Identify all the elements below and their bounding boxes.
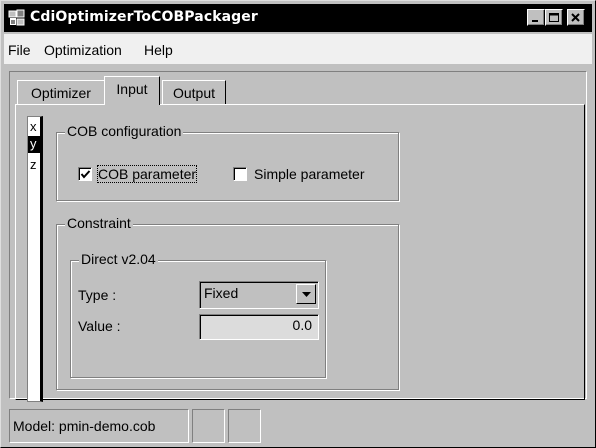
window-title: CdiOptimizerToCOBPackager	[30, 9, 258, 25]
cob-parameter-label[interactable]: COB parameter	[96, 165, 198, 183]
status-model: Model: pmin-demo.cob	[9, 409, 189, 443]
close-icon	[571, 13, 580, 22]
menu-bar: File Optimization Help	[4, 34, 592, 64]
cob-configuration-title: COB configuration	[65, 123, 184, 139]
status-cell-3	[228, 409, 261, 443]
axis-list[interactable]: x y z	[27, 116, 43, 402]
app-window: CdiOptimizerToCOBPackager File Optimizat…	[0, 0, 596, 448]
minimize-icon	[532, 20, 538, 22]
axis-item-z[interactable]: z	[28, 157, 40, 174]
tab-input[interactable]: Input	[104, 76, 160, 105]
maximize-button[interactable]	[545, 9, 563, 26]
simple-parameter-label[interactable]: Simple parameter	[254, 166, 365, 182]
chevron-down-icon	[302, 292, 311, 297]
menu-optimization[interactable]: Optimization	[44, 42, 122, 58]
maximize-icon	[549, 13, 559, 22]
simple-parameter-checkbox[interactable]	[233, 167, 247, 181]
menu-help[interactable]: Help	[144, 42, 173, 58]
value-field[interactable]: 0.0	[199, 314, 319, 340]
type-select[interactable]: Fixed	[199, 281, 319, 309]
direct-title: Direct v2.04	[79, 251, 158, 267]
app-icon[interactable]	[8, 9, 26, 27]
minimize-button[interactable]	[527, 9, 545, 26]
axis-item-y[interactable]: y	[28, 136, 40, 153]
close-button[interactable]	[567, 9, 585, 26]
title-bar[interactable]: CdiOptimizerToCOBPackager	[4, 4, 592, 32]
checkmark-icon	[80, 170, 91, 179]
tab-output[interactable]: Output	[162, 80, 226, 104]
tab-optimizer[interactable]: Optimizer	[17, 80, 105, 104]
axis-item-x[interactable]: x	[28, 119, 40, 136]
cob-parameter-checkbox[interactable]	[78, 167, 92, 181]
menu-file[interactable]: File	[8, 42, 31, 58]
value-label: Value :	[78, 318, 121, 334]
dropdown-button[interactable]	[296, 284, 316, 304]
type-select-value: Fixed	[204, 285, 239, 301]
status-cell-2	[192, 409, 225, 443]
constraint-title: Constraint	[65, 215, 133, 231]
type-label: Type :	[78, 287, 117, 303]
